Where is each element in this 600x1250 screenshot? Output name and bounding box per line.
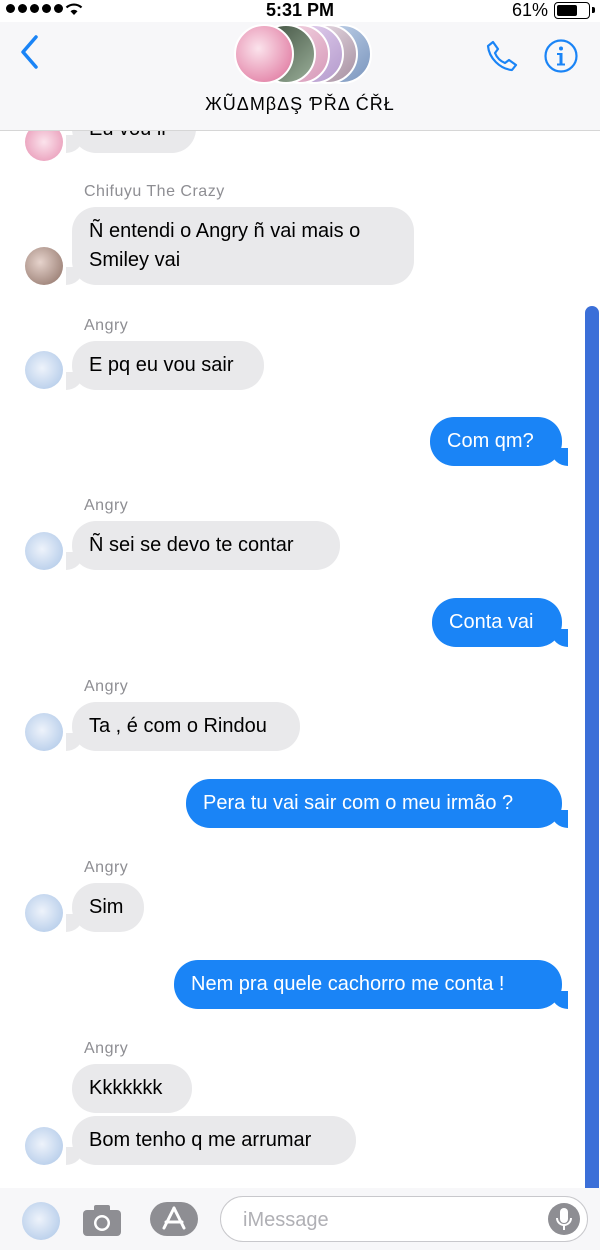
avatar	[25, 894, 63, 932]
info-icon[interactable]	[543, 38, 579, 74]
scrollbar[interactable]	[585, 306, 599, 1206]
status-bar: 5:31 PM 61%	[0, 0, 600, 22]
back-chevron-icon[interactable]	[18, 34, 40, 70]
sender-name: Angry	[84, 317, 129, 334]
status-time: 5:31 PM	[265, 0, 335, 20]
group-avatars[interactable]	[234, 24, 374, 86]
message-bubble: Conta vai	[432, 598, 568, 647]
sender-name: Chifuyu The Crazy	[84, 183, 225, 200]
compose-bar: iMessage	[0, 1188, 600, 1250]
conversation-header: ЖŨΔMβΔŞ ƤŘΔ ĆŘŁ	[0, 22, 600, 131]
sender-name: Angry	[84, 497, 129, 514]
camera-icon[interactable]	[80, 1202, 124, 1238]
message-input-placeholder: iMessage	[243, 1209, 329, 1231]
sender-name: Angry	[84, 678, 129, 695]
message-bubble: Nem pra quele cachorro me conta !	[174, 960, 568, 1009]
message-bubble: Sim	[66, 883, 144, 932]
sender-name: Angry	[84, 859, 129, 876]
message-bubble: Ñ sei se devo te contar	[66, 521, 340, 570]
message-input[interactable]: iMessage	[220, 1196, 588, 1242]
avatar	[234, 24, 294, 84]
avatar	[25, 1127, 63, 1165]
phone-icon[interactable]	[484, 38, 520, 74]
battery-icon	[554, 2, 590, 19]
message-bubble: Ñ entendi o Angry ñ vai mais o Smiley va…	[66, 207, 414, 285]
avatar[interactable]	[22, 1202, 60, 1240]
message-bubble: Com qm?	[430, 417, 568, 466]
avatar	[25, 713, 63, 751]
microphone-icon[interactable]	[547, 1202, 581, 1236]
group-name[interactable]: ЖŨΔMβΔŞ ƤŘΔ ĆŘŁ	[0, 94, 600, 115]
avatar	[25, 131, 63, 161]
message-bubble: E pq eu vou sair	[66, 341, 264, 390]
app-store-icon[interactable]	[148, 1200, 200, 1238]
avatar	[25, 247, 63, 285]
sender-name: Angry	[84, 1040, 129, 1057]
message-bubble: Pera tu vai sair com o meu irmão ?	[186, 779, 568, 828]
message-bubble: Kkkkkkk	[72, 1064, 192, 1113]
avatar	[25, 351, 63, 389]
battery-percent: 61%	[511, 0, 548, 20]
avatar	[25, 532, 63, 570]
message-bubble: Ta , é com o Rindou	[66, 702, 300, 751]
message-bubble: Bom tenho q me arrumar	[66, 1116, 356, 1165]
message-list[interactable]: Eu vou ir Chifuyu The Crazy Ñ entendi o …	[0, 131, 600, 1188]
message-bubble: Eu vou ir	[66, 131, 196, 153]
